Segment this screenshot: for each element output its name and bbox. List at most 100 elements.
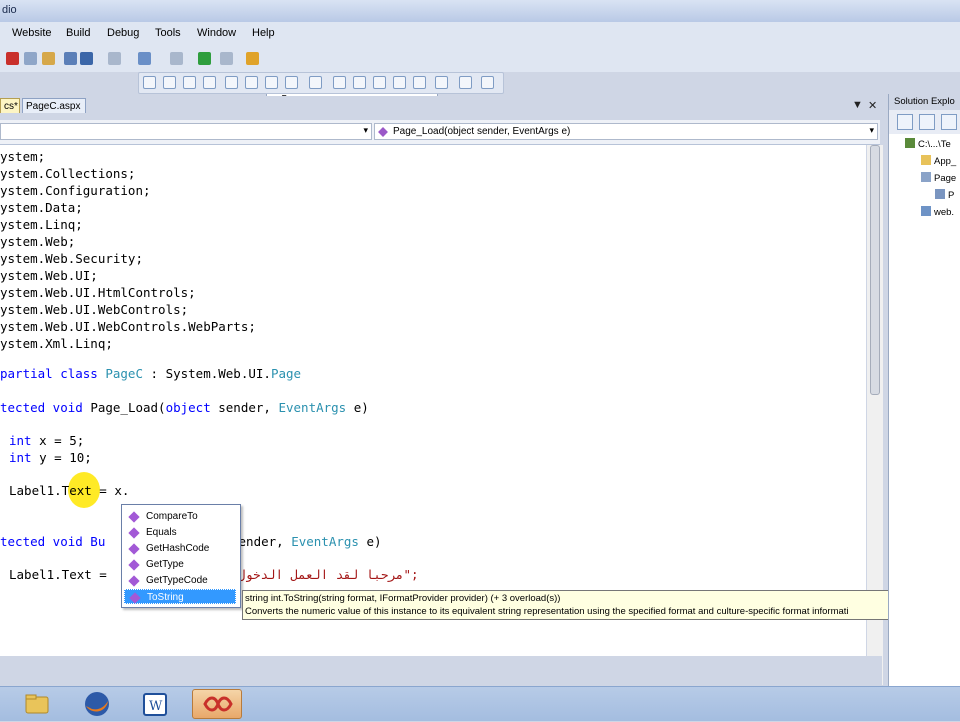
method-icon: [128, 575, 140, 587]
taskbar-word-button[interactable]: W: [130, 689, 180, 719]
tree-item-label: P: [948, 190, 955, 201]
code-line: ystem.Web.UI.WebControls;: [0, 302, 189, 317]
config-icon: [246, 52, 259, 65]
tree-item-label: Page: [934, 173, 957, 184]
keyword: tected void Bu: [0, 534, 106, 549]
toolbar-btn-1-icon[interactable]: [143, 76, 156, 89]
list-item-label: GetTypeCode: [146, 575, 208, 586]
list-item[interactable]: Equals: [124, 525, 236, 540]
project-icon: [905, 138, 915, 148]
solution-explorer-toolbar: [889, 110, 960, 134]
code-text: Label1.Text =: [9, 567, 115, 582]
menu-build[interactable]: Build: [66, 27, 90, 39]
code-line: ystem.Web.UI.HtmlControls;: [0, 285, 196, 300]
toolbar-btn-10-icon[interactable]: [333, 76, 346, 89]
list-item[interactable]: CompareTo: [124, 509, 236, 524]
tab-list-icon[interactable]: ▼: [852, 99, 863, 111]
navigation-bar: ▾ Page_Load(object sender, EventArgs e) …: [0, 120, 880, 145]
type-dropdown[interactable]: ▾: [0, 123, 372, 140]
delete-icon[interactable]: [64, 52, 77, 65]
menu-website[interactable]: Website: [12, 27, 52, 39]
scrollbar-thumb[interactable]: [870, 145, 880, 395]
toolbar-btn-12-icon[interactable]: [373, 76, 386, 89]
method-icon: [378, 127, 388, 137]
toolbar-btn-16-icon[interactable]: [459, 76, 472, 89]
taskbar-firefox-button[interactable]: [72, 689, 122, 719]
list-item-label: Equals: [146, 527, 177, 538]
class-declaration: partial class PageC : System.Web.UI.Page: [0, 366, 301, 381]
code-line-assign: Label1.Text = x.: [9, 483, 130, 498]
refresh-icon[interactable]: [941, 114, 957, 130]
menu-window[interactable]: Window: [197, 27, 236, 39]
toolbar-btn-15-icon[interactable]: [435, 76, 448, 89]
list-item[interactable]: GetType: [124, 557, 236, 572]
menu-tools[interactable]: Tools: [155, 27, 181, 39]
find-icon[interactable]: [170, 52, 183, 65]
menu-bar: Website Build Debug Tools Window Help: [0, 22, 960, 44]
close-icon[interactable]: ✕: [868, 99, 877, 112]
toolbar-btn-8-icon[interactable]: [285, 76, 298, 89]
copy-icon[interactable]: [24, 52, 37, 65]
firefox-icon: [85, 692, 109, 716]
toolbar-btn-13-icon[interactable]: [393, 76, 406, 89]
undo-icon[interactable]: [80, 52, 93, 65]
code-line: ystem;: [0, 149, 46, 164]
toolbar-btn-9-icon[interactable]: [309, 76, 322, 89]
properties-icon[interactable]: [897, 114, 913, 130]
menu-help[interactable]: Help: [252, 27, 275, 39]
tree-item-page[interactable]: Page: [921, 172, 956, 184]
list-item-selected[interactable]: ToString: [124, 589, 236, 604]
redo-icon[interactable]: [108, 52, 121, 65]
method-icon: [128, 543, 140, 555]
list-item-label: ToString: [147, 592, 184, 603]
code-line: ystem.Web.UI.WebControls.WebParts;: [0, 319, 256, 334]
member-dropdown[interactable]: Page_Load(object sender, EventArgs e) ▾: [374, 123, 878, 140]
keyword: int: [9, 450, 32, 465]
list-item[interactable]: GetTypeCode: [124, 573, 236, 588]
tree-item-web-config[interactable]: web.: [921, 206, 954, 218]
toolbar-btn-7-icon[interactable]: [265, 76, 278, 89]
taskbar-explorer-button[interactable]: [12, 689, 62, 719]
toolbar-btn-2-icon[interactable]: [163, 76, 176, 89]
tab-pagec-label: PageC.aspx: [26, 101, 81, 112]
toolbar-btn-11-icon[interactable]: [353, 76, 366, 89]
toolbar-btn-5-icon[interactable]: [225, 76, 238, 89]
tree-item-page-code[interactable]: P: [935, 189, 954, 201]
cut-icon[interactable]: [6, 52, 19, 65]
method-icon: [128, 559, 140, 571]
code-line: ystem.Collections;: [0, 166, 136, 181]
code-text: y = 10;: [31, 450, 92, 465]
method-icon: [128, 527, 140, 539]
code-text: x = 5;: [31, 433, 85, 448]
toolbar-btn-17-icon[interactable]: [481, 76, 494, 89]
html-toolbar: [138, 72, 504, 94]
intellisense-list[interactable]: CompareTo Equals GetHashCode GetType Get…: [121, 504, 241, 608]
method-icon: [129, 592, 141, 604]
tree-item-project[interactable]: C:\...\Te: [905, 138, 951, 150]
tab-pagec-aspx[interactable]: PageC.aspx: [22, 98, 86, 113]
list-item[interactable]: GetHashCode: [124, 541, 236, 556]
taskbar-visual-studio-button[interactable]: [192, 689, 242, 719]
menu-debug[interactable]: Debug: [107, 27, 139, 39]
member-dropdown-value: Page_Load(object sender, EventArgs e): [393, 126, 571, 137]
paste-icon[interactable]: [42, 52, 55, 65]
tooltip-description: Converts the numeric value of this insta…: [245, 606, 849, 617]
string-literal: "مرحبا لقد العمل الدخول";: [230, 567, 419, 582]
list-item-label: GetType: [146, 559, 184, 570]
toolbar-btn-14-icon[interactable]: [413, 76, 426, 89]
code-line: ystem.Linq;: [0, 217, 83, 232]
show-files-icon[interactable]: [919, 114, 935, 130]
navigate-icon[interactable]: [138, 52, 151, 65]
toolbar-btn-6-icon[interactable]: [245, 76, 258, 89]
base-class-name: Page: [270, 366, 302, 381]
tree-item-label: C:\...\Te: [918, 139, 951, 150]
tree-item-label: web.: [934, 207, 955, 218]
toolbar-btn-4-icon[interactable]: [203, 76, 216, 89]
chevron-down-icon: ▾: [363, 125, 368, 135]
start-debug-icon[interactable]: [198, 52, 211, 65]
tab-codebehind[interactable]: cs*: [0, 98, 20, 113]
step-icon[interactable]: [220, 52, 233, 65]
toolbar-btn-3-icon[interactable]: [183, 76, 196, 89]
tree-item-app-data[interactable]: App_: [921, 155, 956, 167]
keyword: partial class: [0, 366, 106, 381]
